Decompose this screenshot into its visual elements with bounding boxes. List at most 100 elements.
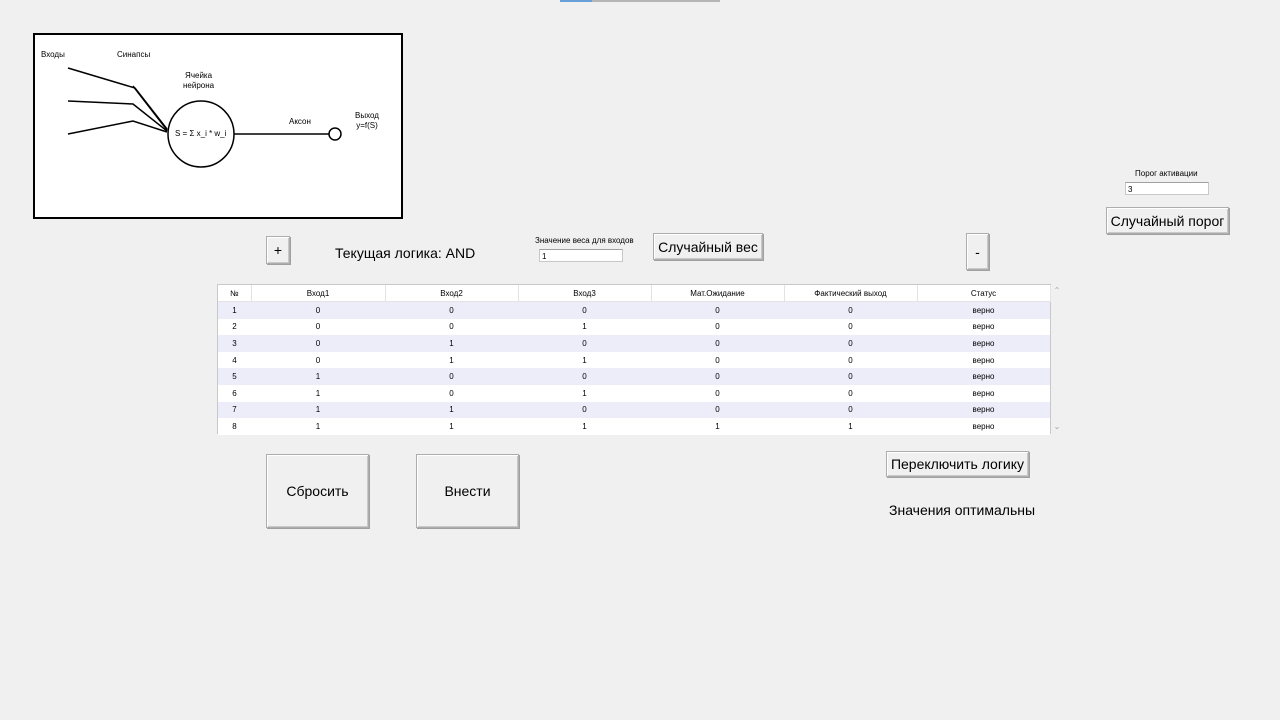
output-node xyxy=(328,127,342,141)
table-cell: 1 xyxy=(582,322,587,332)
table-cell: 1 xyxy=(232,305,237,315)
random-weight-button[interactable]: Случайный вес xyxy=(653,233,763,260)
table-cell: верно xyxy=(972,405,995,415)
table-row[interactable]: 3 0 1 0 0 0 верно xyxy=(218,335,1050,352)
table-cell: 0 xyxy=(315,355,321,365)
random-threshold-button[interactable]: Случайный порог xyxy=(1106,207,1229,234)
table-cell: 0 xyxy=(449,305,454,315)
table-cell: 6 xyxy=(232,388,237,398)
threshold-label: Порог активации xyxy=(1135,169,1198,178)
table-cell: 0 xyxy=(715,405,720,415)
table-cell: 1 xyxy=(449,355,454,365)
table-cell: 0 xyxy=(848,305,853,315)
table-cell: 0 xyxy=(449,372,454,382)
table-cell: 0 xyxy=(715,305,720,315)
table-cell: 1 xyxy=(315,372,321,382)
table-cell: 0 xyxy=(848,322,853,332)
reset-button[interactable]: Сбросить xyxy=(266,454,369,528)
cell-label: Ячейка нейрона xyxy=(183,71,214,91)
table-row[interactable]: 8 1 1 1 1 1 верно xyxy=(218,418,1050,435)
add-input-button[interactable]: + xyxy=(266,236,290,264)
input-line-3 xyxy=(67,120,168,135)
table-cell: 0 xyxy=(449,388,454,398)
table-cell: 0 xyxy=(449,322,454,332)
output-label-line2: y=f(S) xyxy=(356,121,378,130)
table-cell: 1 xyxy=(315,388,321,398)
table-cell: 0 xyxy=(582,405,587,415)
table-cell: 0 xyxy=(715,322,720,332)
table-cell: 0 xyxy=(315,338,321,348)
current-logic-label: Текущая логика: AND xyxy=(335,245,476,261)
column-header-input2[interactable]: Вход2 xyxy=(385,285,519,302)
table-cell: 0 xyxy=(315,322,321,332)
apply-button[interactable]: Внести xyxy=(416,454,519,528)
formula-label: S = Σ x_i * w_i xyxy=(175,129,227,138)
table-cell: 1 xyxy=(582,355,587,365)
table-row[interactable]: 5 1 0 0 0 0 верно xyxy=(218,368,1050,385)
column-header-actual[interactable]: Фактический выход xyxy=(784,285,918,302)
table-cell: 1 xyxy=(315,421,321,431)
remove-input-button[interactable]: - xyxy=(966,233,989,270)
table-cell: 0 xyxy=(715,388,720,398)
scroll-up-arrow-icon[interactable]: ⌃ xyxy=(1052,284,1062,298)
table-cell: 1 xyxy=(582,388,587,398)
column-header-input3[interactable]: Вход3 xyxy=(518,285,652,302)
truth-table-container: № Вход1 Вход2 Вход3 Мат.Ожидание Фактиче… xyxy=(217,284,1051,435)
table-cell: 7 xyxy=(232,405,237,415)
table-cell: 2 xyxy=(232,322,237,332)
window-top-accent xyxy=(560,0,592,2)
table-cell: 3 xyxy=(232,338,237,348)
table-cell: 0 xyxy=(848,372,853,382)
column-header-input1[interactable]: Вход1 xyxy=(251,285,386,302)
table-cell: 1 xyxy=(582,421,587,431)
table-cell: 0 xyxy=(315,305,321,315)
table-row[interactable]: 2 0 0 1 0 0 верно xyxy=(218,318,1050,336)
table-cell: 1 xyxy=(315,405,321,415)
table-cell: верно xyxy=(972,421,995,431)
table-cell: 1 xyxy=(449,405,454,415)
switch-logic-button[interactable]: Переключить логику xyxy=(886,451,1029,477)
table-cell: 4 xyxy=(232,355,237,365)
table-cell: 0 xyxy=(848,355,853,365)
table-row[interactable]: 4 0 1 1 0 0 верно xyxy=(218,351,1050,369)
table-cell: верно xyxy=(972,305,995,315)
table-cell: верно xyxy=(972,388,995,398)
table-row[interactable]: 7 1 1 0 0 0 верно xyxy=(218,401,1050,419)
table-row[interactable]: 1 0 0 0 0 0 верно xyxy=(218,301,1050,319)
inputs-label: Входы xyxy=(41,50,65,59)
output-label-line1: Выход xyxy=(355,111,379,120)
neuron-diagram: Входы Синапсы Ячейка нейрона S = Σ x_i *… xyxy=(33,33,403,219)
table-cell: 0 xyxy=(582,305,587,315)
status-text: Значения оптимальны xyxy=(889,502,1036,518)
column-header-number[interactable]: № xyxy=(218,285,252,302)
table-cell: 1 xyxy=(449,421,454,431)
table-cell: 1 xyxy=(449,338,454,348)
column-header-expected[interactable]: Мат.Ожидание xyxy=(651,285,785,302)
weight-label: Значение веса для входов xyxy=(535,236,634,245)
table-cell: верно xyxy=(972,322,995,332)
output-label: Выход y=f(S) xyxy=(355,111,379,131)
table-cell: 0 xyxy=(848,338,853,348)
table-cell: 0 xyxy=(582,338,587,348)
table-cell: 1 xyxy=(715,421,720,431)
truth-table: № Вход1 Вход2 Вход3 Мат.Ожидание Фактиче… xyxy=(218,285,1051,435)
table-cell: верно xyxy=(972,338,995,348)
cell-label-line2: нейрона xyxy=(183,81,215,90)
table-cell: 0 xyxy=(715,372,720,382)
threshold-input[interactable] xyxy=(1125,182,1209,195)
column-header-status[interactable]: Статус xyxy=(917,285,1051,302)
neuron-diagram-graphic xyxy=(67,67,342,168)
table-cell: 0 xyxy=(848,405,853,415)
scroll-down-arrow-icon[interactable]: ⌄ xyxy=(1052,420,1062,434)
table-header-row: № Вход1 Вход2 Вход3 Мат.Ожидание Фактиче… xyxy=(218,285,1051,302)
table-cell: 0 xyxy=(715,355,720,365)
table-cell: верно xyxy=(972,355,995,365)
cell-label-line1: Ячейка xyxy=(185,71,213,80)
table-cell: 1 xyxy=(848,421,853,431)
table-row[interactable]: 6 1 0 1 0 0 верно xyxy=(218,384,1050,402)
table-cell: 0 xyxy=(848,388,853,398)
table-cell: верно xyxy=(972,372,995,382)
table-cell: 8 xyxy=(232,421,237,431)
weight-input[interactable] xyxy=(539,249,623,262)
table-cell: 0 xyxy=(582,372,587,382)
